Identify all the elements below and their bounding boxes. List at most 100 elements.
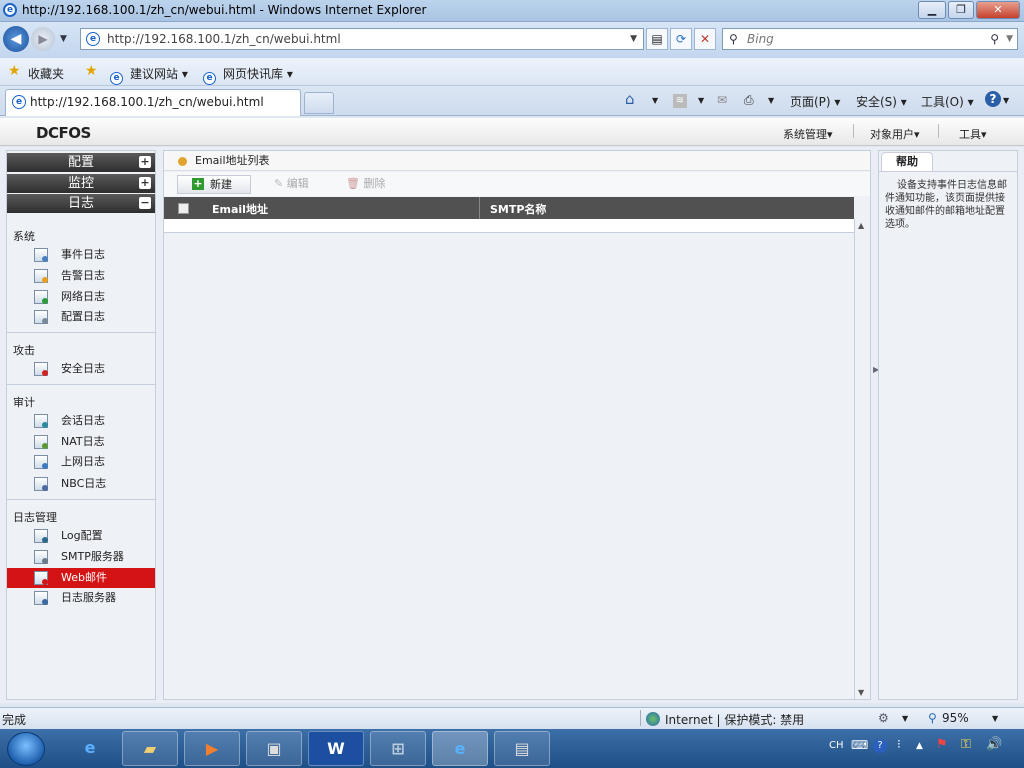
keyboard-icon[interactable]: ⌨ — [851, 738, 868, 752]
select-all-checkbox[interactable] — [178, 203, 189, 214]
new-tab-button[interactable] — [304, 92, 334, 114]
expand-icon[interactable]: + — [139, 156, 151, 168]
menu-system-admin[interactable]: 系统管理▾ — [783, 126, 833, 142]
vertical-scrollbar[interactable]: ▲ ▼ — [854, 219, 870, 699]
sidebar-item-web-access-log[interactable]: 上网日志 — [7, 452, 155, 472]
help-dropdown-icon[interactable]: ▼ — [1003, 96, 1009, 105]
group-label-log-management: 日志管理 — [13, 511, 57, 524]
browser-tab-active[interactable]: e http://192.168.100.1/zh_cn/webui.html — [5, 89, 301, 116]
home-dropdown-icon[interactable]: ▼ — [652, 96, 658, 105]
page-menu[interactable]: 页面(P) ▾ — [790, 93, 840, 110]
menu-object-user[interactable]: 对象用户▾ — [870, 126, 920, 142]
taskbar-word-icon[interactable]: W — [308, 731, 364, 766]
language-indicator[interactable]: CH — [829, 740, 844, 751]
sidebar-section-monitor[interactable]: 监控 + — [7, 174, 155, 193]
content-panel: Email地址列表 + 新建 ✎ 编辑 🗑 删除 Email地址 SMTP名称 … — [163, 150, 871, 700]
log-server-icon — [34, 591, 48, 605]
stop-icon[interactable]: ✕ — [694, 28, 716, 50]
back-button[interactable]: ◀ — [3, 26, 29, 52]
sidebar-item-session-log[interactable]: 会话日志 — [7, 411, 155, 431]
help-tab[interactable]: 帮助 — [881, 152, 933, 171]
column-header-email[interactable]: Email地址 — [212, 201, 268, 217]
start-button[interactable] — [7, 732, 45, 766]
sidebar-item-alarm-log[interactable]: 告警日志 — [7, 266, 155, 286]
fav-link-webslice[interactable]: 网页快讯库 ▾ — [223, 65, 293, 82]
address-text: http://192.168.100.1/zh_cn/webui.html — [107, 32, 341, 46]
zoom-level[interactable]: 95% — [942, 711, 969, 725]
taskbar-explorer-icon[interactable]: ▰ — [122, 731, 178, 766]
section-label: 配置 — [67, 155, 94, 170]
history-dropdown-icon[interactable]: ▼ — [60, 34, 67, 44]
taskbar-document-icon[interactable]: ▤ — [494, 731, 550, 766]
show-hidden-icons[interactable]: ▲ — [916, 741, 923, 751]
network-tray-icon[interactable]: ⚿ — [961, 737, 971, 752]
print-icon[interactable]: ⎙ — [744, 93, 754, 108]
search-dropdown-icon[interactable]: ▼ — [1006, 29, 1013, 49]
sidebar-section-log[interactable]: 日志 − — [7, 194, 155, 213]
help-icon[interactable]: ? — [985, 91, 1001, 107]
feeds-icon[interactable]: ≋ — [673, 94, 687, 108]
taskbar-network-app-icon[interactable]: ⊞ — [370, 731, 426, 766]
close-window-button[interactable]: ✕ — [976, 1, 1020, 19]
security-zone-text[interactable]: Internet | 保护模式: 禁用 — [665, 711, 804, 728]
sidebar-item-label: 告警日志 — [61, 269, 105, 282]
tools-menu[interactable]: 工具(O) ▾ — [921, 93, 974, 110]
tray-options-icon[interactable]: ⁝ — [897, 737, 901, 751]
tab-title: http://192.168.100.1/zh_cn/webui.html — [30, 95, 264, 109]
app-logo: DCFOS — [36, 124, 91, 142]
sidebar-item-log-server[interactable]: 日志服务器 — [7, 588, 155, 608]
nbc-log-icon — [34, 477, 48, 491]
sidebar-item-network-log[interactable]: 网络日志 — [7, 287, 155, 307]
compatibility-view-icon[interactable]: ▤ — [646, 28, 668, 50]
taskbar-ie-icon[interactable]: e — [62, 731, 118, 766]
action-center-icon[interactable]: ⚑ — [936, 737, 948, 752]
volume-icon[interactable]: 🔊 — [986, 737, 1002, 752]
column-header-smtp[interactable]: SMTP名称 — [490, 201, 546, 217]
ie-logo-icon: e — [3, 3, 17, 17]
sidebar-item-smtp-server[interactable]: SMTP服务器 — [7, 547, 155, 567]
smtp-server-icon — [34, 550, 48, 564]
scroll-down-icon[interactable]: ▼ — [858, 688, 864, 697]
collapse-icon[interactable]: − — [139, 197, 151, 209]
sidebar-item-event-log[interactable]: 事件日志 — [7, 245, 155, 265]
mail-icon[interactable]: ✉ — [717, 93, 727, 107]
sidebar-item-security-log[interactable]: 安全日志 — [7, 359, 155, 379]
protected-mode-icon[interactable]: ⚙ — [878, 711, 889, 725]
taskbar-app-icon[interactable]: ▣ — [246, 731, 302, 766]
fav-link-suggested[interactable]: 建议网站 ▾ — [130, 65, 188, 82]
sidebar-section-config[interactable]: 配置 + — [7, 153, 155, 172]
home-icon[interactable]: ⌂ — [625, 90, 635, 108]
delete-button[interactable]: 🗑 删除 — [346, 175, 385, 194]
taskbar-media-player-icon[interactable]: ▶ — [184, 731, 240, 766]
refresh-icon[interactable]: ⟳ — [670, 28, 692, 50]
tray-help-icon[interactable]: ? — [873, 739, 887, 753]
list-toolbar: + 新建 ✎ 编辑 🗑 删除 — [164, 172, 870, 196]
sidebar-item-web-mail[interactable]: Web邮件 — [7, 568, 155, 588]
favorites-button[interactable]: 收藏夹 — [28, 65, 64, 82]
expand-icon[interactable]: + — [139, 177, 151, 189]
safety-menu[interactable]: 安全(S) ▾ — [856, 93, 907, 110]
print-dropdown-icon[interactable]: ▼ — [768, 96, 774, 105]
sidebar-item-log-config[interactable]: Log配置 — [7, 526, 155, 546]
taskbar-ie-active-icon[interactable]: e — [432, 731, 488, 766]
zone-dropdown-icon[interactable]: ▼ — [902, 714, 908, 723]
new-button[interactable]: + 新建 — [177, 175, 251, 194]
add-favorite-icon[interactable]: ★ — [85, 63, 98, 79]
zoom-dropdown-icon[interactable]: ▼ — [992, 714, 998, 723]
search-input[interactable]: ⚲ Bing ⚲ ▼ — [722, 28, 1018, 50]
network-log-icon — [34, 290, 48, 304]
feeds-dropdown-icon[interactable]: ▼ — [698, 96, 704, 105]
sidebar-item-nat-log[interactable]: NAT日志 — [7, 432, 155, 452]
web-mail-icon — [34, 571, 48, 585]
sidebar-item-nbc-log[interactable]: NBC日志 — [7, 474, 155, 494]
maximize-button[interactable]: ❐ — [948, 1, 974, 19]
scroll-up-icon[interactable]: ▲ — [858, 221, 864, 230]
forward-button[interactable]: ▶ — [31, 27, 55, 51]
menu-tools[interactable]: 工具▾ — [959, 126, 987, 142]
minimize-button[interactable]: ▁ — [918, 1, 946, 19]
edit-button[interactable]: ✎ 编辑 — [274, 175, 309, 194]
sidebar-item-config-log[interactable]: 配置日志 — [7, 307, 155, 327]
search-go-icon[interactable]: ⚲ — [990, 29, 999, 49]
address-bar[interactable]: e http://192.168.100.1/zh_cn/webui.html … — [80, 28, 644, 50]
address-dropdown-icon[interactable]: ▼ — [630, 29, 637, 49]
